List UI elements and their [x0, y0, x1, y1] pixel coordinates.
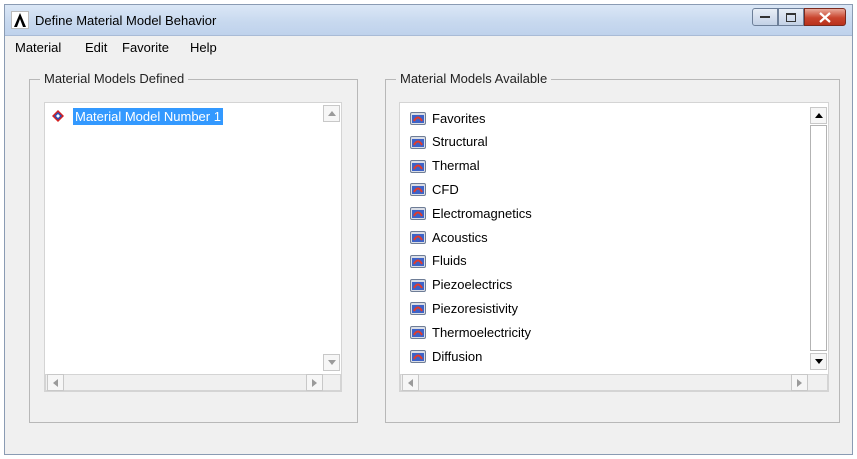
close-button[interactable] [804, 8, 846, 26]
folder-icon [410, 254, 426, 268]
defined-item-label: Material Model Number 1 [73, 107, 223, 125]
folder-icon [410, 326, 426, 340]
title-bar[interactable]: Define Material Model Behavior [5, 5, 852, 36]
tree-item-structural[interactable]: Structural [410, 131, 488, 153]
arrow-right-icon [797, 378, 802, 387]
minimize-icon [760, 16, 770, 18]
defined-models-title: Material Models Defined [40, 71, 189, 86]
tree-item-acoustics[interactable]: Acoustics [410, 226, 488, 248]
available-vscrollbar[interactable] [810, 103, 828, 373]
tree-item-label: Diffusion [432, 348, 483, 364]
material-model-icon [52, 110, 64, 122]
arrow-up-icon [327, 111, 336, 116]
tree-item-label: Favorites [432, 110, 486, 126]
tree-item-piezoresistivity[interactable]: Piezoresistivity [410, 297, 518, 319]
available-models-title: Material Models Available [396, 71, 552, 86]
folder-icon [410, 112, 426, 125]
tree-item-fluids[interactable]: Fluids [410, 250, 467, 272]
menu-bar: Material Edit Favorite Help [5, 36, 852, 58]
list-item[interactable]: Material Model Number 1 [51, 105, 223, 127]
caption-buttons [752, 8, 846, 28]
arrow-down-icon [814, 359, 823, 364]
arrow-right-icon [312, 378, 317, 387]
folder-icon [410, 159, 426, 173]
tree-item-piezoelectrics[interactable]: Piezoelectrics [410, 274, 512, 296]
defined-models-group: Material Models Defined Material Model N… [29, 71, 358, 423]
menu-edit[interactable]: Edit [85, 40, 107, 55]
defined-models-list[interactable]: Material Model Number 1 [44, 102, 342, 392]
tree-item-label: Structural [432, 134, 488, 150]
defined-hscrollbar[interactable] [45, 374, 341, 391]
folder-icon [410, 183, 426, 197]
dialog-window: Define Material Model Behavior Material … [4, 4, 853, 455]
folder-icon [410, 302, 426, 316]
tree-item-cfd[interactable]: CFD [410, 178, 459, 200]
arrow-up-icon [814, 113, 823, 118]
maximize-button[interactable] [778, 8, 804, 26]
scroll-down-button[interactable] [810, 353, 827, 370]
folder-icon [410, 278, 426, 292]
scroll-up-button[interactable] [810, 107, 827, 124]
arrow-left-icon [53, 378, 58, 387]
tree-item-thermal[interactable]: Thermal [410, 155, 480, 177]
folder-icon [410, 350, 426, 363]
arrow-down-icon [327, 360, 336, 365]
folder-icon [410, 231, 426, 244]
menu-material[interactable]: Material [15, 40, 61, 55]
window-title: Define Material Model Behavior [35, 13, 217, 28]
scroll-thumb[interactable] [810, 125, 827, 351]
tree-item-label: Piezoresistivity [432, 300, 518, 316]
scroll-right-button[interactable] [791, 374, 808, 391]
folder-icon [410, 135, 426, 149]
tree-item-label: CFD [432, 181, 459, 197]
scroll-left-button[interactable] [47, 374, 64, 391]
tree-item-label: Piezoelectrics [432, 277, 513, 293]
tree-item-favorites[interactable]: Favorites [410, 107, 485, 129]
tree-item-label: Fluids [432, 253, 467, 269]
tree-item-diffusion[interactable]: Diffusion [410, 345, 482, 367]
tree-item-thermoelectricity[interactable]: Thermoelectricity [410, 321, 531, 343]
menu-help[interactable]: Help [190, 40, 217, 55]
maximize-icon [786, 12, 796, 22]
arrow-left-icon [408, 378, 413, 387]
scroll-down-button[interactable] [323, 354, 340, 371]
available-models-group: Material Models Available Favorites Struc… [385, 71, 840, 423]
tree-item-label: Thermoelectricity [432, 324, 531, 340]
tree-item-electromagnetics[interactable]: Electromagnetics [410, 202, 532, 224]
menu-favorite[interactable]: Favorite [122, 40, 169, 55]
available-hscrollbar[interactable] [400, 374, 828, 391]
minimize-button[interactable] [752, 8, 778, 26]
scroll-left-button[interactable] [402, 374, 419, 391]
tree-item-label: Thermal [432, 158, 480, 174]
available-models-list[interactable]: Favorites Structural Thermal CFD Electromagn… [399, 102, 829, 392]
defined-vscrollbar[interactable] [323, 103, 341, 373]
close-icon [819, 11, 831, 23]
scroll-right-button[interactable] [306, 374, 323, 391]
ansys-logo-icon [11, 11, 29, 29]
tree-item-label: Electromagnetics [432, 205, 532, 221]
tree-item-label: Acoustics [432, 229, 488, 245]
scroll-up-button[interactable] [323, 105, 340, 122]
folder-icon [410, 207, 426, 221]
